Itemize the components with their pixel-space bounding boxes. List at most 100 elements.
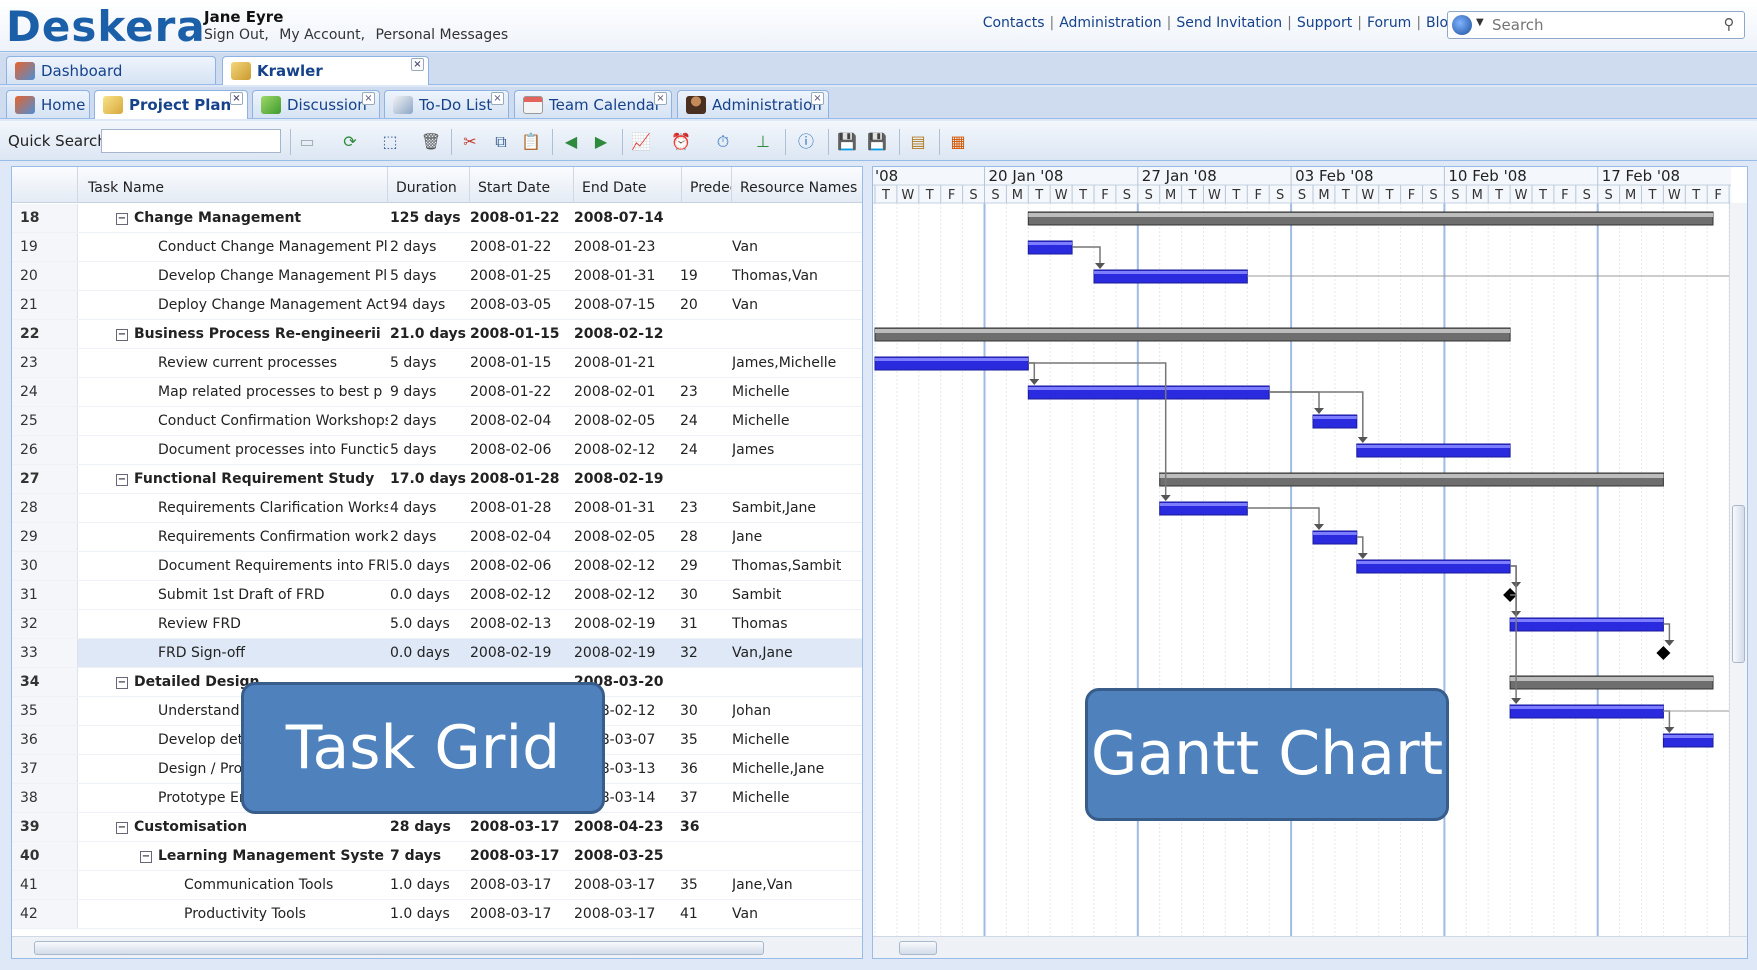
- contacts-link[interactable]: Contacts: [983, 15, 1045, 31]
- task-bar-highlight: [1313, 532, 1357, 535]
- import-icon[interactable]: ⬚: [379, 131, 401, 153]
- report-icon[interactable]: ▤: [907, 131, 929, 153]
- calendar-icon[interactable]: ▦: [947, 131, 969, 153]
- table-row[interactable]: 24 Map related processes to best p9 days 2…: [12, 378, 862, 407]
- close-icon[interactable]: ×: [811, 92, 824, 105]
- clock-icon[interactable]: ⏱: [712, 131, 734, 153]
- administration-link[interactable]: Administration: [1059, 15, 1161, 31]
- table-row[interactable]: 21 Deploy Change Management Act 94 days 200…: [12, 291, 862, 320]
- gantt-canvas[interactable]: '08 20 Jan '08 27 Jan '08 03 Feb '08 10 Feb …: [873, 167, 1731, 938]
- search-input[interactable]: [1492, 14, 1706, 36]
- start-date-cell: 2008-01-28: [470, 471, 560, 487]
- indent-icon[interactable]: ▶: [590, 131, 612, 153]
- collapse-icon[interactable]: −: [116, 474, 128, 486]
- tab-team-calendar[interactable]: Team Calendar ×: [514, 90, 672, 118]
- gantt-vertical-scrollbar[interactable]: [1729, 203, 1747, 938]
- table-row[interactable]: 33 FRD Sign-off 0.0 days 2008-02-19 2008-02-…: [12, 639, 862, 668]
- tab-krawler[interactable]: Krawler ×: [222, 56, 429, 85]
- tab-discussion[interactable]: Discussion ×: [252, 90, 380, 118]
- table-row[interactable]: 27− Functional Requirement Study 17.0 days…: [12, 465, 862, 494]
- task-name-text: Productivity Tools: [184, 906, 306, 922]
- forum-link[interactable]: Forum: [1367, 15, 1411, 31]
- table-row[interactable]: 30 Document Requirements into FRD 5.0 days…: [12, 552, 862, 581]
- tab-dashboard[interactable]: Dashboard: [6, 56, 216, 84]
- resource-cell: [732, 465, 862, 493]
- table-row[interactable]: 18− Change Management 125 days 2008-01-22 20…: [12, 204, 862, 233]
- day-letter: F: [1101, 188, 1108, 203]
- collapse-icon[interactable]: −: [116, 329, 128, 341]
- column-start-date[interactable]: Start Date: [470, 167, 574, 203]
- delete-icon[interactable]: 🗑: [420, 131, 442, 153]
- deskera-logo[interactable]: Deskera: [6, 2, 206, 51]
- outdent-icon[interactable]: ◀: [560, 131, 582, 153]
- column-resource-names[interactable]: Resource Names: [732, 167, 862, 203]
- tab-project-plan[interactable]: Project Plan ×: [94, 90, 248, 119]
- table-row[interactable]: 26 Document processes into Functio 5 days 2…: [12, 436, 862, 465]
- day-letter: S: [1583, 188, 1591, 203]
- save-as-icon[interactable]: 💾: [866, 131, 888, 153]
- close-icon[interactable]: ×: [230, 92, 243, 105]
- column-task-name[interactable]: Task Name: [78, 167, 388, 203]
- task-name-text: Business Process Re-engineerii: [134, 326, 381, 342]
- chart-icon[interactable]: 📈: [630, 131, 652, 153]
- scrollbar-thumb[interactable]: [34, 941, 764, 955]
- close-icon[interactable]: ×: [411, 58, 424, 71]
- grid-horizontal-scrollbar[interactable]: [12, 936, 862, 958]
- row-number: 18: [12, 204, 78, 232]
- quick-search-input[interactable]: [101, 129, 281, 153]
- table-row[interactable]: 29 Requirements Confirmation work 2 days 20…: [12, 523, 862, 552]
- day-letter: T: [881, 188, 890, 203]
- hierarchy-icon[interactable]: ⊥: [752, 131, 774, 153]
- column-duration[interactable]: Duration: [388, 167, 470, 203]
- table-row[interactable]: 40− Learning Management Syste 7 days 2008-0…: [12, 842, 862, 871]
- save-icon[interactable]: 💾: [836, 131, 858, 153]
- table-row[interactable]: 20 Develop Change Management Pla 5 days 200…: [12, 262, 862, 291]
- personal-messages-link[interactable]: Personal Messages: [376, 27, 509, 43]
- sub-tab-bar: Home Project Plan × Discussion × To-Do L…: [0, 87, 1757, 119]
- table-row[interactable]: 32 Review FRD 5.0 days 2008-02-13 2008-02-19…: [12, 610, 862, 639]
- paste-icon[interactable]: 📋: [520, 131, 542, 153]
- table-row[interactable]: 19 Conduct Change Management Pla 2 days 200…: [12, 233, 862, 262]
- column-predecessors[interactable]: Predec: [682, 167, 732, 203]
- column-end-date[interactable]: End Date: [574, 167, 682, 203]
- table-row[interactable]: 23 Review current processes 5 days 2008-01-…: [12, 349, 862, 378]
- table-row[interactable]: 22− Business Process Re-engineerii 21.0 da…: [12, 320, 862, 349]
- tab-administration[interactable]: Administration ×: [677, 90, 829, 118]
- tab-home[interactable]: Home: [6, 90, 90, 118]
- close-icon[interactable]: ×: [362, 92, 375, 105]
- collapse-icon[interactable]: −: [116, 213, 128, 225]
- tab-todo-list[interactable]: To-Do List ×: [384, 90, 509, 118]
- table-row[interactable]: 25 Conduct Confirmation Workshops 2 days 20…: [12, 407, 862, 436]
- table-row[interactable]: 31 Submit 1st Draft of FRD 0.0 days 2008-02…: [12, 581, 862, 610]
- collapse-icon[interactable]: −: [116, 677, 128, 689]
- new-icon[interactable]: ▭: [296, 131, 318, 153]
- resource-cell: Jane,Van: [732, 877, 793, 893]
- cut-icon[interactable]: ✂: [459, 131, 481, 153]
- gantt-horizontal-scrollbar[interactable]: [873, 936, 1747, 958]
- day-letter: S: [1429, 188, 1437, 203]
- day-letter: F: [948, 188, 955, 203]
- dependency-arrow: [1664, 727, 1675, 733]
- collapse-icon[interactable]: −: [140, 851, 152, 863]
- alarm-icon[interactable]: ⏰: [670, 131, 692, 153]
- search-icon[interactable]: ⚲: [1718, 15, 1740, 35]
- sign-out-link[interactable]: Sign Out,: [204, 27, 269, 43]
- scrollbar-thumb[interactable]: [1732, 505, 1745, 663]
- send-invitation-link[interactable]: Send Invitation: [1176, 15, 1282, 31]
- copy-icon[interactable]: ⧉: [490, 131, 512, 153]
- table-row[interactable]: 41 Communication Tools 1.0 days 2008-03-17 2…: [12, 871, 862, 900]
- table-row[interactable]: 39− Customisation 28 days 2008-03-17 2008-04…: [12, 813, 862, 842]
- close-icon[interactable]: ×: [654, 92, 667, 105]
- collapse-icon[interactable]: −: [116, 822, 128, 834]
- table-row[interactable]: 42 Productivity Tools 1.0 days 2008-03-17 20…: [12, 900, 862, 929]
- info-icon[interactable]: ⓘ: [795, 131, 817, 153]
- globe-icon[interactable]: [1452, 15, 1472, 35]
- table-row[interactable]: 28 Requirements Clarification Works 4 days…: [12, 494, 862, 523]
- chevron-down-icon[interactable]: ▼: [1476, 17, 1484, 28]
- close-icon[interactable]: ×: [491, 92, 504, 105]
- my-account-link[interactable]: My Account,: [279, 27, 365, 43]
- task-name-cell: Productivity Tools: [78, 900, 388, 928]
- scrollbar-thumb[interactable]: [899, 941, 937, 955]
- refresh-icon[interactable]: ⟳: [339, 131, 361, 153]
- support-link[interactable]: Support: [1297, 15, 1352, 31]
